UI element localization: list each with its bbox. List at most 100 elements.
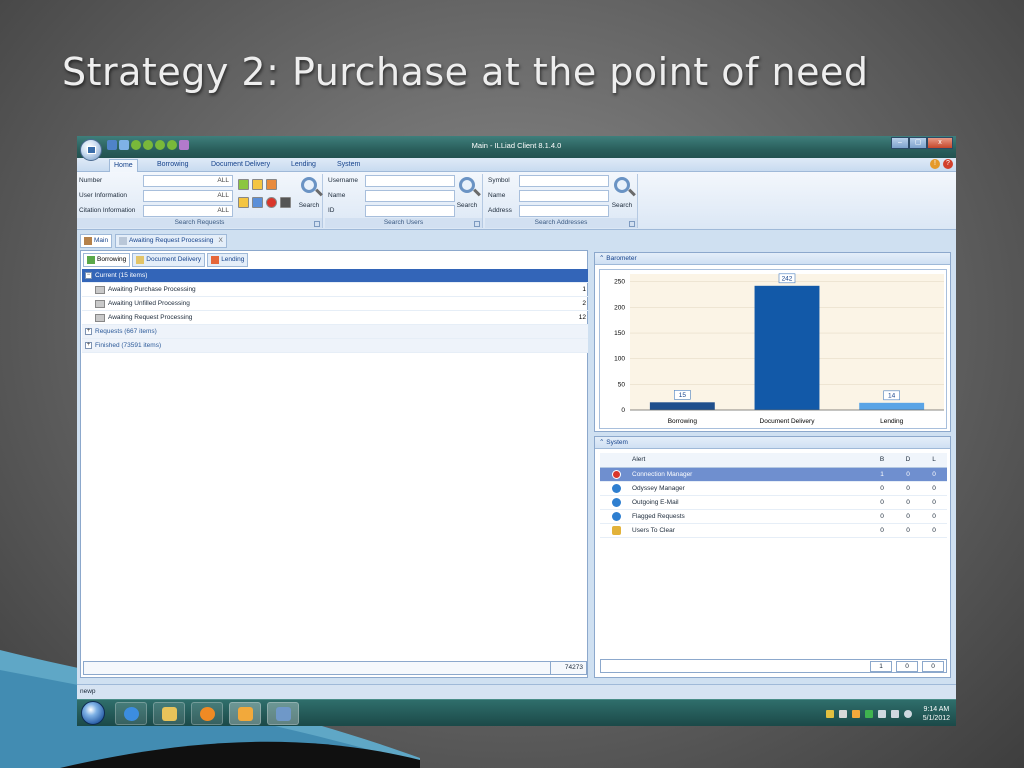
- alert-name: Odyssey Manager: [632, 481, 869, 496]
- new-request-icon[interactable]: [238, 179, 249, 190]
- maximize-button[interactable]: ▢: [909, 137, 927, 149]
- queue-icon: [95, 286, 105, 294]
- b-column-header[interactable]: B: [869, 453, 895, 468]
- info-icon: [611, 497, 621, 507]
- print-icon[interactable]: [280, 197, 291, 208]
- tab-main[interactable]: Main: [80, 234, 113, 248]
- queue-row[interactable]: Awaiting Purchase Processing 1: [82, 283, 588, 297]
- cancel-icon[interactable]: [266, 197, 277, 208]
- search-users-caption: Search Users: [325, 218, 482, 228]
- alert-column-header[interactable]: Alert: [632, 453, 869, 468]
- taskbar-explorer-button[interactable]: [153, 702, 185, 725]
- tab-lending[interactable]: Lending: [287, 159, 320, 172]
- number-input[interactable]: ALL: [143, 175, 233, 187]
- group-requests-label: Requests (667 items): [95, 328, 157, 335]
- alert-b-count: 0: [869, 481, 895, 496]
- table-row[interactable]: Connection Manager 1 0 0: [600, 467, 947, 482]
- expand-icon[interactable]: +: [85, 342, 92, 349]
- search-requests-button[interactable]: Search: [296, 202, 322, 209]
- group-finished-label: Finished (73591 items): [95, 342, 162, 349]
- symbol-label: Symbol: [488, 177, 510, 184]
- tray-outlook-icon[interactable]: [851, 710, 860, 718]
- table-row[interactable]: Outgoing E-Mail 0 0 0: [600, 495, 947, 510]
- tab-document-delivery[interactable]: Document Delivery: [207, 159, 274, 172]
- group-requests[interactable]: + Requests (667 items): [82, 325, 588, 339]
- tray-message-icon[interactable]: [838, 710, 847, 718]
- dialog-launcher-icon[interactable]: [474, 221, 480, 227]
- tab-home[interactable]: Home: [109, 159, 138, 172]
- search-users-icon[interactable]: [459, 177, 475, 193]
- name-label: Name: [328, 192, 346, 199]
- bar-borrowing[interactable]: [649, 402, 715, 410]
- taskbar-clock[interactable]: 9:14 AM 5/1/2012: [923, 705, 950, 723]
- queue-row[interactable]: Awaiting Unfilled Processing 2: [82, 297, 588, 311]
- expand-icon[interactable]: +: [85, 328, 92, 335]
- alert-l-count: 0: [921, 467, 947, 482]
- search-requests-icon[interactable]: [301, 177, 317, 193]
- error-icon: [611, 469, 621, 479]
- bar-lending[interactable]: [859, 402, 925, 410]
- user-information-input[interactable]: ALL: [143, 190, 233, 202]
- barometer-chart-box: 15 242 14 0 50 100 150 200 250 Borrowing Documen…: [599, 269, 947, 429]
- list-icon[interactable]: [252, 179, 263, 190]
- subtab-borrowing[interactable]: Borrowing: [83, 253, 131, 267]
- search-users-button[interactable]: Search: [454, 202, 480, 209]
- icon-column-header: [600, 453, 632, 468]
- taskbar-outlook-button[interactable]: [229, 702, 261, 725]
- address-name-input[interactable]: [519, 190, 609, 202]
- group-current[interactable]: − Current (15 items): [82, 269, 588, 283]
- queue-subtabs: Borrowing Document Delivery Lending: [83, 253, 249, 267]
- taskbar-media-button[interactable]: [191, 702, 223, 725]
- subtab-lending[interactable]: Lending: [207, 253, 249, 267]
- check-icon[interactable]: [252, 197, 263, 208]
- l-column-header[interactable]: L: [921, 453, 947, 468]
- home-icon: [84, 237, 92, 245]
- tab-borrowing[interactable]: Borrowing: [153, 159, 193, 172]
- system-header[interactable]: ⌃ System: [595, 437, 950, 449]
- dialog-launcher-icon[interactable]: [314, 221, 320, 227]
- alert-d-count: 0: [895, 509, 921, 524]
- subtab-document-delivery[interactable]: Document Delivery: [132, 253, 206, 267]
- tray-volume-icon[interactable]: [903, 710, 912, 718]
- tray-network-icon[interactable]: [890, 710, 899, 718]
- dialog-launcher-icon[interactable]: [629, 221, 635, 227]
- symbol-input[interactable]: [519, 175, 609, 187]
- search-addresses-button[interactable]: Search: [609, 202, 635, 209]
- edit-icon[interactable]: [238, 197, 249, 208]
- d-column-header[interactable]: D: [895, 453, 921, 468]
- close-button[interactable]: x: [927, 137, 953, 149]
- taskbar-ie-button[interactable]: [115, 702, 147, 725]
- address-input[interactable]: [519, 205, 609, 217]
- info-icon[interactable]: !: [930, 159, 940, 169]
- queue-count: 2: [582, 300, 586, 307]
- start-button[interactable]: [81, 701, 105, 725]
- queue-name: Awaiting Purchase Processing: [108, 286, 196, 293]
- citation-information-input[interactable]: ALL: [143, 205, 233, 217]
- tab-awaiting-request-processing[interactable]: Awaiting Request Processing X: [115, 234, 227, 248]
- collapse-icon[interactable]: −: [85, 272, 92, 279]
- barometer-header[interactable]: ⌃ Barometer: [595, 253, 950, 265]
- tray-flag-icon[interactable]: [877, 710, 886, 718]
- username-input[interactable]: [365, 175, 455, 187]
- alert-b-count: 0: [869, 523, 895, 538]
- search-addresses-icon[interactable]: [614, 177, 630, 193]
- queue-row[interactable]: Awaiting Request Processing 12: [82, 311, 588, 325]
- name-input[interactable]: [365, 190, 455, 202]
- tray-shield-icon[interactable]: [825, 710, 834, 718]
- table-row[interactable]: Odyssey Manager 0 0 0: [600, 481, 947, 496]
- group-finished[interactable]: + Finished (73591 items): [82, 339, 588, 353]
- tray-status-icon[interactable]: [864, 710, 873, 718]
- barometer-title: Barometer: [606, 255, 637, 262]
- close-tab-icon[interactable]: X: [218, 235, 222, 247]
- bar-document-delivery[interactable]: [754, 285, 820, 410]
- report-icon[interactable]: [266, 179, 277, 190]
- application-menu-button[interactable]: [80, 139, 102, 161]
- table-row[interactable]: Flagged Requests 0 0 0: [600, 509, 947, 524]
- folder-icon: [162, 707, 177, 721]
- tab-system[interactable]: System: [333, 159, 364, 172]
- id-input[interactable]: [365, 205, 455, 217]
- taskbar-illiad-button[interactable]: [267, 702, 299, 725]
- help-icon[interactable]: ?: [943, 159, 953, 169]
- table-row[interactable]: Users To Clear 0 0 0: [600, 523, 947, 538]
- minimize-button[interactable]: –: [891, 137, 909, 149]
